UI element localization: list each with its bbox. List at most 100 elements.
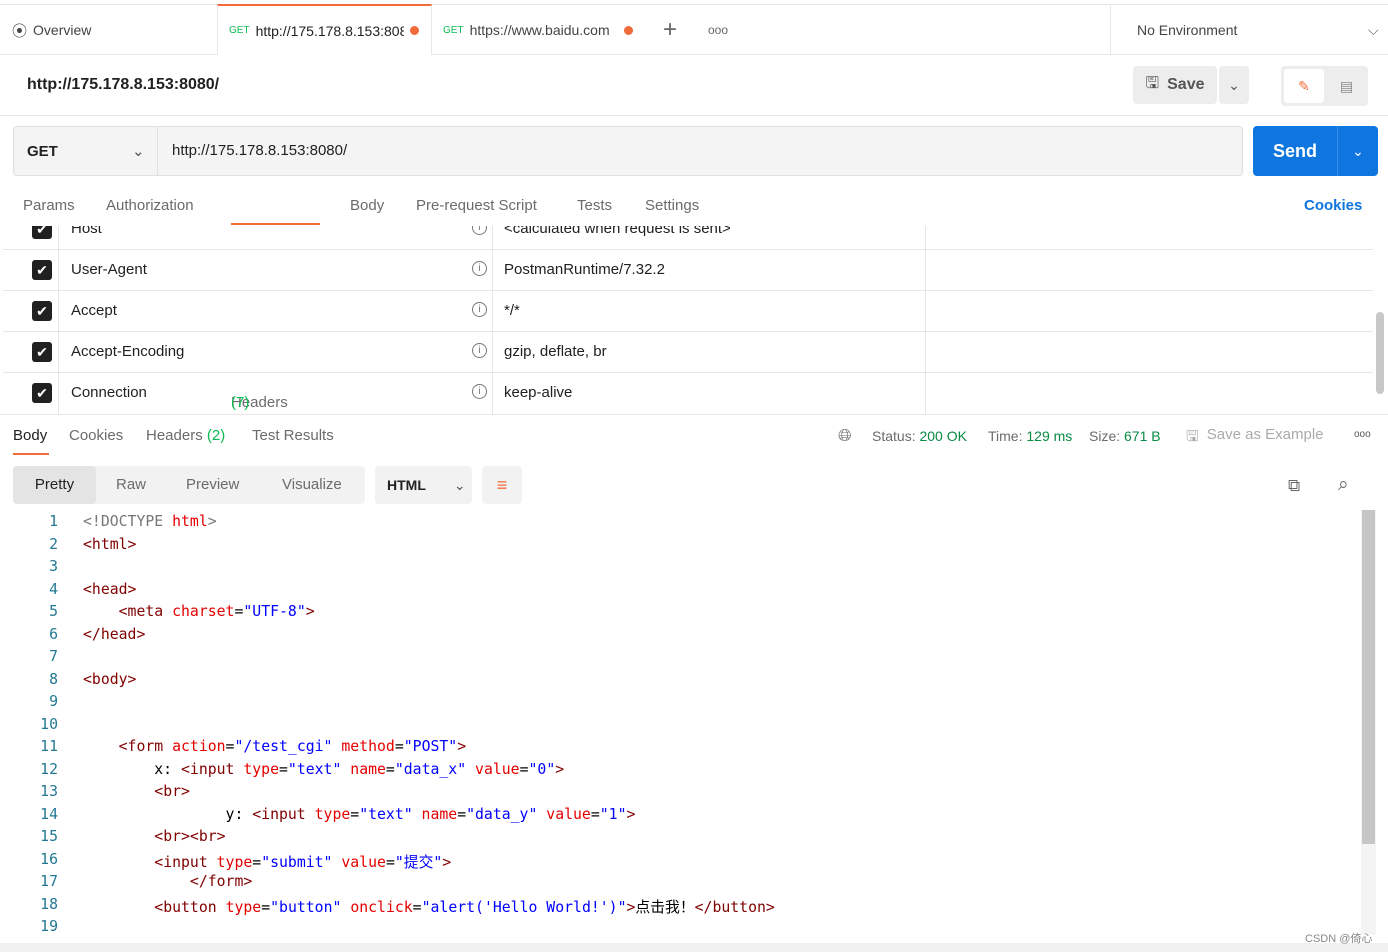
code-token-tag: <input [252,805,315,823]
code-token-tag: <body> [83,670,137,688]
table-row: ✔ User-Agent i PostmanRuntime/7.32.2 [3,250,1373,291]
line-number: 12 [40,760,58,778]
checkbox-checked-icon[interactable]: ✔ [32,260,52,280]
tab-response-cookies[interactable]: Cookies [69,427,123,444]
new-tab-plus-icon[interactable]: + [663,5,677,55]
code-token-txt: = [279,760,288,778]
format-select[interactable]: HTML ⌄ [375,466,472,504]
view-mode-segmented: Pretty Raw Preview Visualize [13,466,365,504]
send-button[interactable]: Send [1253,126,1337,176]
line-number: 10 [40,715,58,733]
save-button[interactable]: 🖫 Save [1133,66,1217,104]
column-divider [925,226,926,414]
view-raw[interactable]: Raw [116,476,146,493]
code-token-attr: type [243,760,279,778]
code-scrollbar-thumb[interactable] [1362,510,1375,844]
response-size[interactable]: Size: 671 B [1089,428,1161,444]
chevron-down-icon: ⌄ [1228,76,1240,93]
code-token-tag: > [442,853,452,871]
code-scrollbar-track[interactable] [1361,510,1376,935]
code-token-tag: > [457,738,467,755]
code-token-val: "button" [270,898,351,916]
line-number: 1 [49,513,58,530]
chevron-down-icon: ⌵ [1368,21,1379,38]
save-as-example-button[interactable]: 🖫 Save as Example [1186,426,1324,451]
tab-request-baidu[interactable]: GET https://www.baidu.com [443,5,643,55]
checkbox-checked-icon[interactable]: ✔ [32,301,52,321]
tab-settings[interactable]: Settings [645,197,699,214]
code-token-txt: = [261,898,271,916]
method-select[interactable]: GET ⌄ [14,127,158,175]
line-number: 15 [40,828,58,845]
tab-params[interactable]: Params [23,197,75,214]
code-token-attr: action [172,738,226,755]
comments-icon[interactable]: ▤ [1328,69,1365,103]
send-options-chevron-icon[interactable]: ⌄ [1337,126,1378,176]
save-options-button[interactable]: ⌄ [1219,66,1249,104]
headers-scrollbar[interactable] [1376,312,1384,394]
tab-body[interactable]: Body [350,197,384,214]
tab-response-headers[interactable]: Headers (2) [146,427,225,444]
checkbox-checked-icon[interactable]: ✔ [32,383,52,403]
environment-select[interactable]: No Environment ⌵ [1110,5,1388,55]
line-number: 18 [40,895,58,913]
tab-response-body[interactable]: Body [13,427,47,444]
tab-test-results[interactable]: Test Results [252,427,334,444]
status[interactable]: Status: 200 OK [872,428,967,444]
checkbox-checked-icon[interactable]: ✔ [32,226,52,239]
code-token-txt: = [350,805,360,823]
watermark: CSDN @倚心 [1305,933,1373,945]
code-token-tag: </form> [189,873,253,890]
view-visualize[interactable]: Visualize [282,476,342,493]
url-input[interactable]: http://175.178.8.153:8080/ [172,142,347,159]
view-pretty[interactable]: Pretty [13,466,96,504]
more-tabs-icon[interactable]: ooo [708,5,728,55]
code-token-val: "1" [599,805,627,823]
globe-icon[interactable]: 🌐︎ [838,426,852,446]
response-time[interactable]: Time: 129 ms [988,428,1072,444]
info-icon: i [472,261,487,276]
unsaved-dot [409,26,419,35]
checkbox-checked-icon[interactable]: ✔ [32,342,52,362]
line-number: 4 [49,580,58,598]
line-number: 2 [49,535,58,553]
code-token-txt: 点击我！ [635,898,695,916]
line-number: 19 [40,918,58,935]
code-token-txt: = [590,805,600,823]
headers-table: ✔ Host i <calculated when request is sent> … [0,226,1388,415]
tab-request-active[interactable]: GET http://175.178.8.153:8080/ [217,4,432,55]
column-divider [492,226,493,414]
code-token-txt: x: [83,760,181,778]
code-token-attr: value [475,760,520,778]
line-number: 7 [49,648,58,665]
tab-overview[interactable]: ⦿ Overview [12,5,217,55]
view-preview[interactable]: Preview [186,476,239,493]
code-token-attr: method [341,738,395,755]
code-line: <br><br> [83,828,225,845]
more-options-icon[interactable]: ooo [1354,429,1371,440]
wrap-lines-icon[interactable]: ≡ [482,466,522,504]
code-token-attr: value [341,853,386,871]
code-token-val: "data_x" [394,760,476,778]
tab-authorization[interactable]: Authorization [106,197,194,214]
code-token-val: "text" [359,805,422,823]
code-token-txt: y: [83,805,253,823]
info-icon: i [472,226,487,235]
copy-icon[interactable]: ⧉ [1288,476,1300,496]
code-token-tag: > [305,603,315,620]
tab-pre-request-script[interactable]: Pre-request Script [416,197,537,214]
cookies-link[interactable]: Cookies [1304,197,1362,214]
chevron-down-icon: ⌄ [132,143,145,160]
edit-pencil-icon[interactable]: ✎ [1284,69,1324,103]
line-number: 17 [40,873,58,890]
table-row: ✔ Connection i keep-alive [3,373,1373,414]
tab-tests[interactable]: Tests [577,197,612,214]
code-line: </head> [83,626,145,643]
code-token-attr: onclick [350,898,413,916]
search-icon[interactable]: ⌕ [1338,474,1349,496]
code-token-txt: = [385,853,395,871]
code-token-attr: name [350,760,386,778]
